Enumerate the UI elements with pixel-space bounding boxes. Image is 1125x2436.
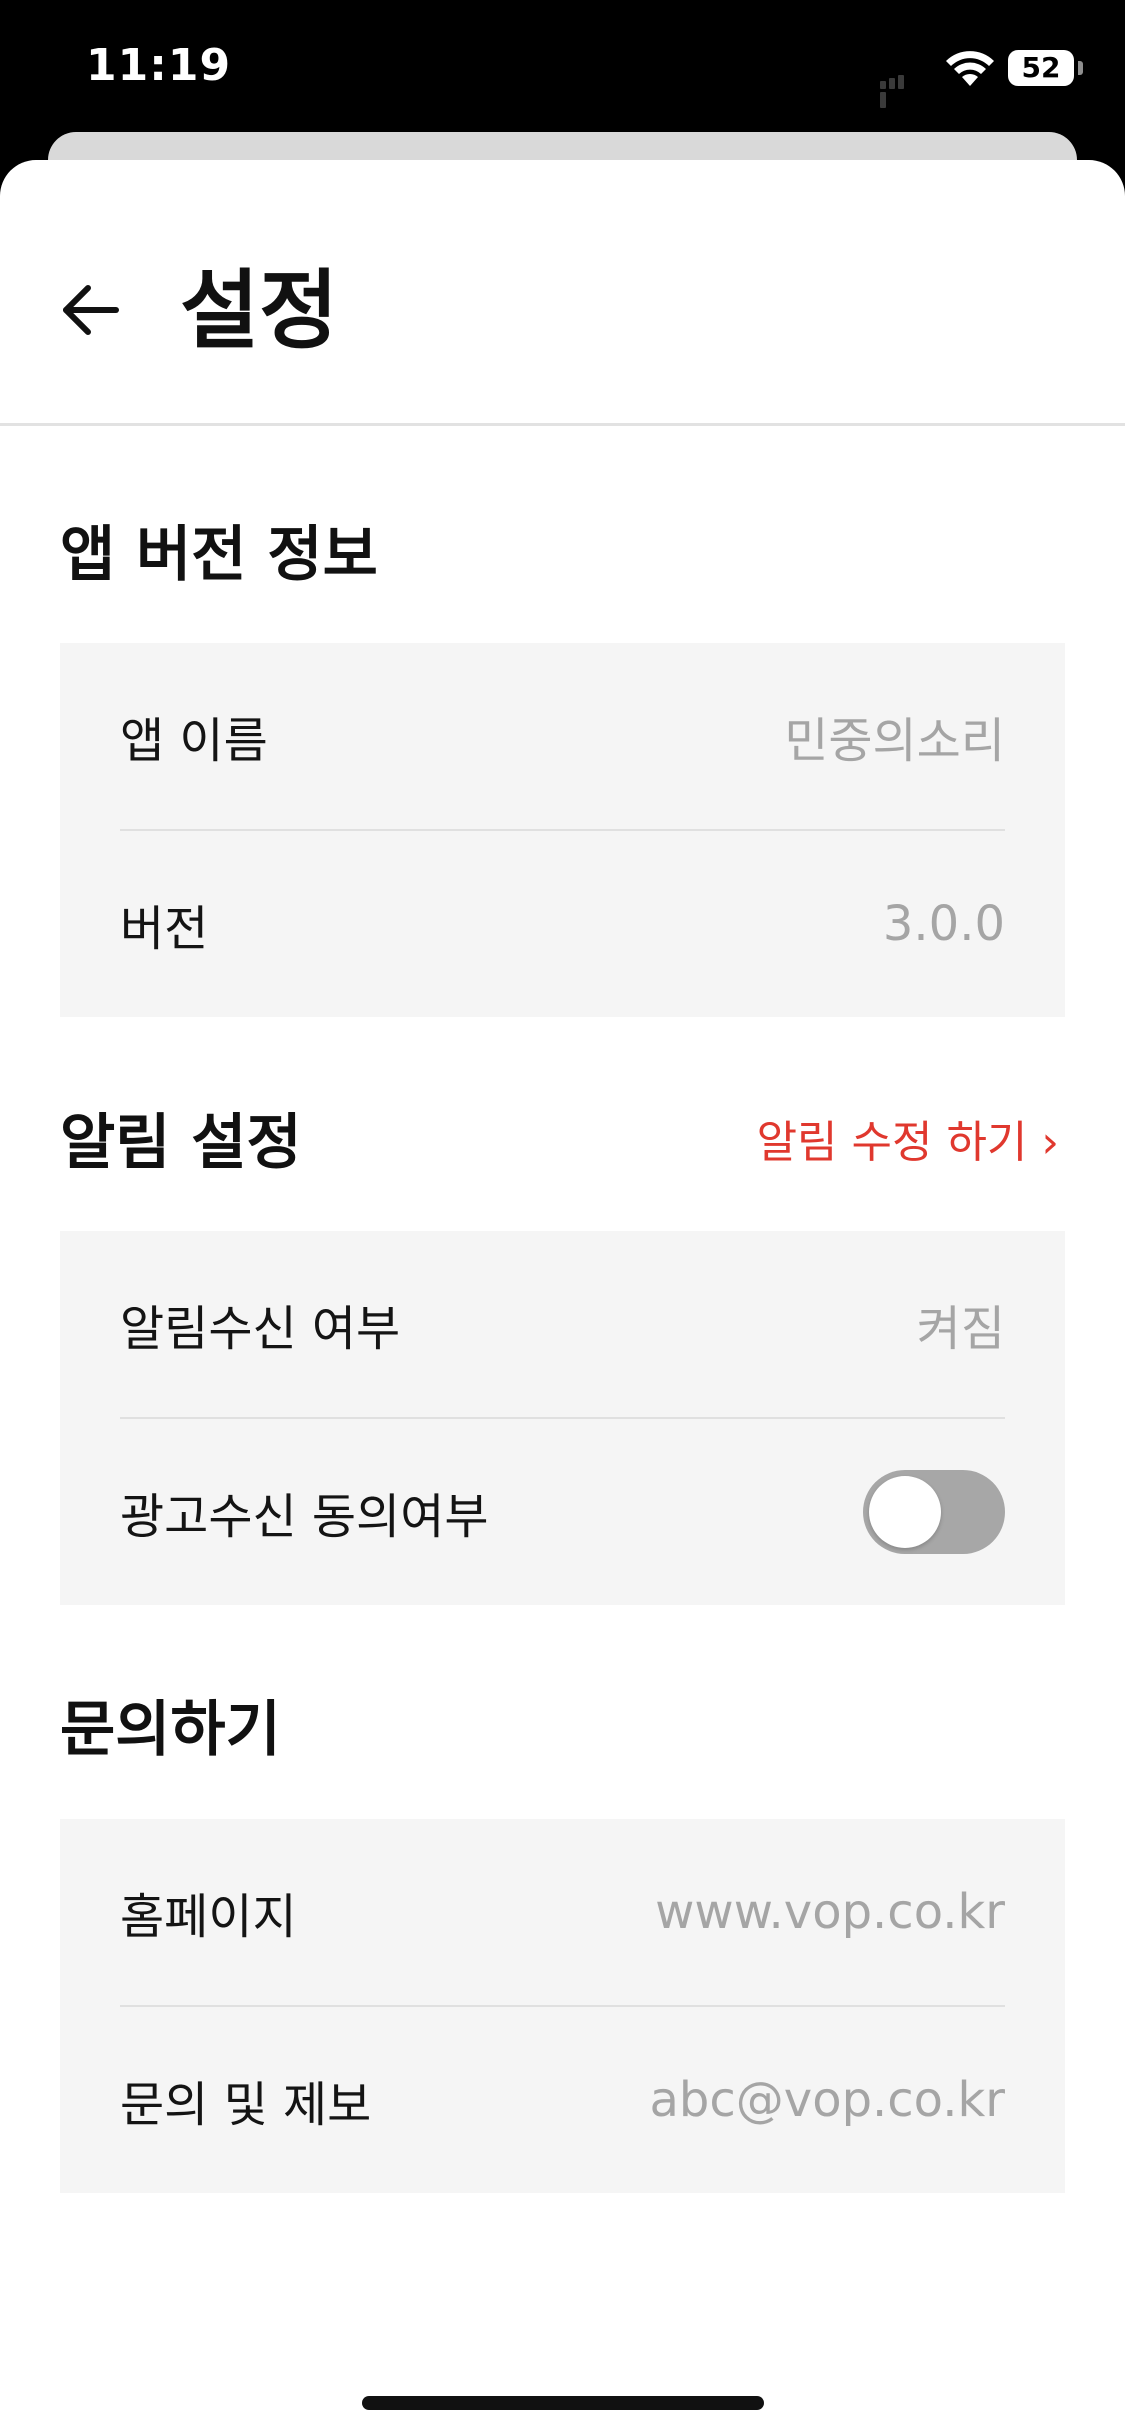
battery-cap xyxy=(1078,61,1083,75)
page-title: 설정 xyxy=(180,261,339,361)
battery-icon: 52 xyxy=(1008,50,1074,86)
inquiry-email-value[interactable]: abc@vop.co.kr xyxy=(650,2072,1005,2128)
home-indicator xyxy=(362,2396,764,2410)
battery-level: 52 xyxy=(1021,51,1061,84)
ad-consent-toggle[interactable] xyxy=(863,1470,1005,1554)
back-button[interactable] xyxy=(50,272,130,352)
signal-icon xyxy=(880,70,910,108)
toggle-knob xyxy=(869,1476,941,1548)
app-info-group: 앱 이름 민중의소리 버전 3.0.0 xyxy=(60,643,1065,1017)
section-title-notifications: 알림 설정 xyxy=(60,1108,302,1178)
notification-receive-value: 켜짐 xyxy=(916,1301,1005,1357)
homepage-row[interactable]: 홈페이지 www.vop.co.kr xyxy=(120,1819,1005,2005)
notification-receive-row: 알림수신 여부 켜짐 xyxy=(120,1231,1005,1417)
status-time: 11:19 xyxy=(86,40,232,91)
notifications-group: 알림수신 여부 켜짐 광고수신 동의여부 xyxy=(60,1231,1065,1605)
version-label: 버전 xyxy=(120,901,209,957)
version-value: 3.0.0 xyxy=(882,896,1005,952)
navigation-bar: 설정 xyxy=(0,160,1125,426)
app-name-value: 민중의소리 xyxy=(784,713,1005,769)
contact-group: 홈페이지 www.vop.co.kr 문의 및 제보 abc@vop.co.kr xyxy=(60,1819,1065,2193)
version-row: 버전 3.0.0 xyxy=(120,829,1005,1017)
ad-consent-label: 광고수신 동의여부 xyxy=(120,1489,489,1545)
arrow-left-icon xyxy=(60,280,120,344)
status-bar: 11:19 52 xyxy=(0,0,1125,140)
inquiry-label: 문의 및 제보 xyxy=(120,2077,372,2133)
ad-consent-row: 광고수신 동의여부 xyxy=(120,1417,1005,1605)
homepage-label: 홈페이지 xyxy=(120,1889,297,1945)
app-name-label: 앱 이름 xyxy=(120,713,268,769)
inquiry-row[interactable]: 문의 및 제보 abc@vop.co.kr xyxy=(120,2005,1005,2193)
edit-notifications-link[interactable]: 알림 수정 하기 › xyxy=(757,1103,1059,1183)
wifi-icon xyxy=(944,48,996,88)
app-name-row: 앱 이름 민중의소리 xyxy=(120,643,1005,829)
homepage-value[interactable]: www.vop.co.kr xyxy=(655,1884,1005,1940)
section-title-app-info: 앱 버전 정보 xyxy=(60,520,378,590)
settings-sheet: 설정 앱 버전 정보 앱 이름 민중의소리 버전 3.0.0 알림 설정 알림 … xyxy=(0,160,1125,2436)
section-title-contact: 문의하기 xyxy=(60,1695,281,1765)
settings-screen: 11:19 52 설정 앱 버전 정보 앱 이름 민중의소리 버전 3.0.0 … xyxy=(0,0,1125,2436)
notification-receive-label: 알림수신 여부 xyxy=(120,1301,401,1357)
